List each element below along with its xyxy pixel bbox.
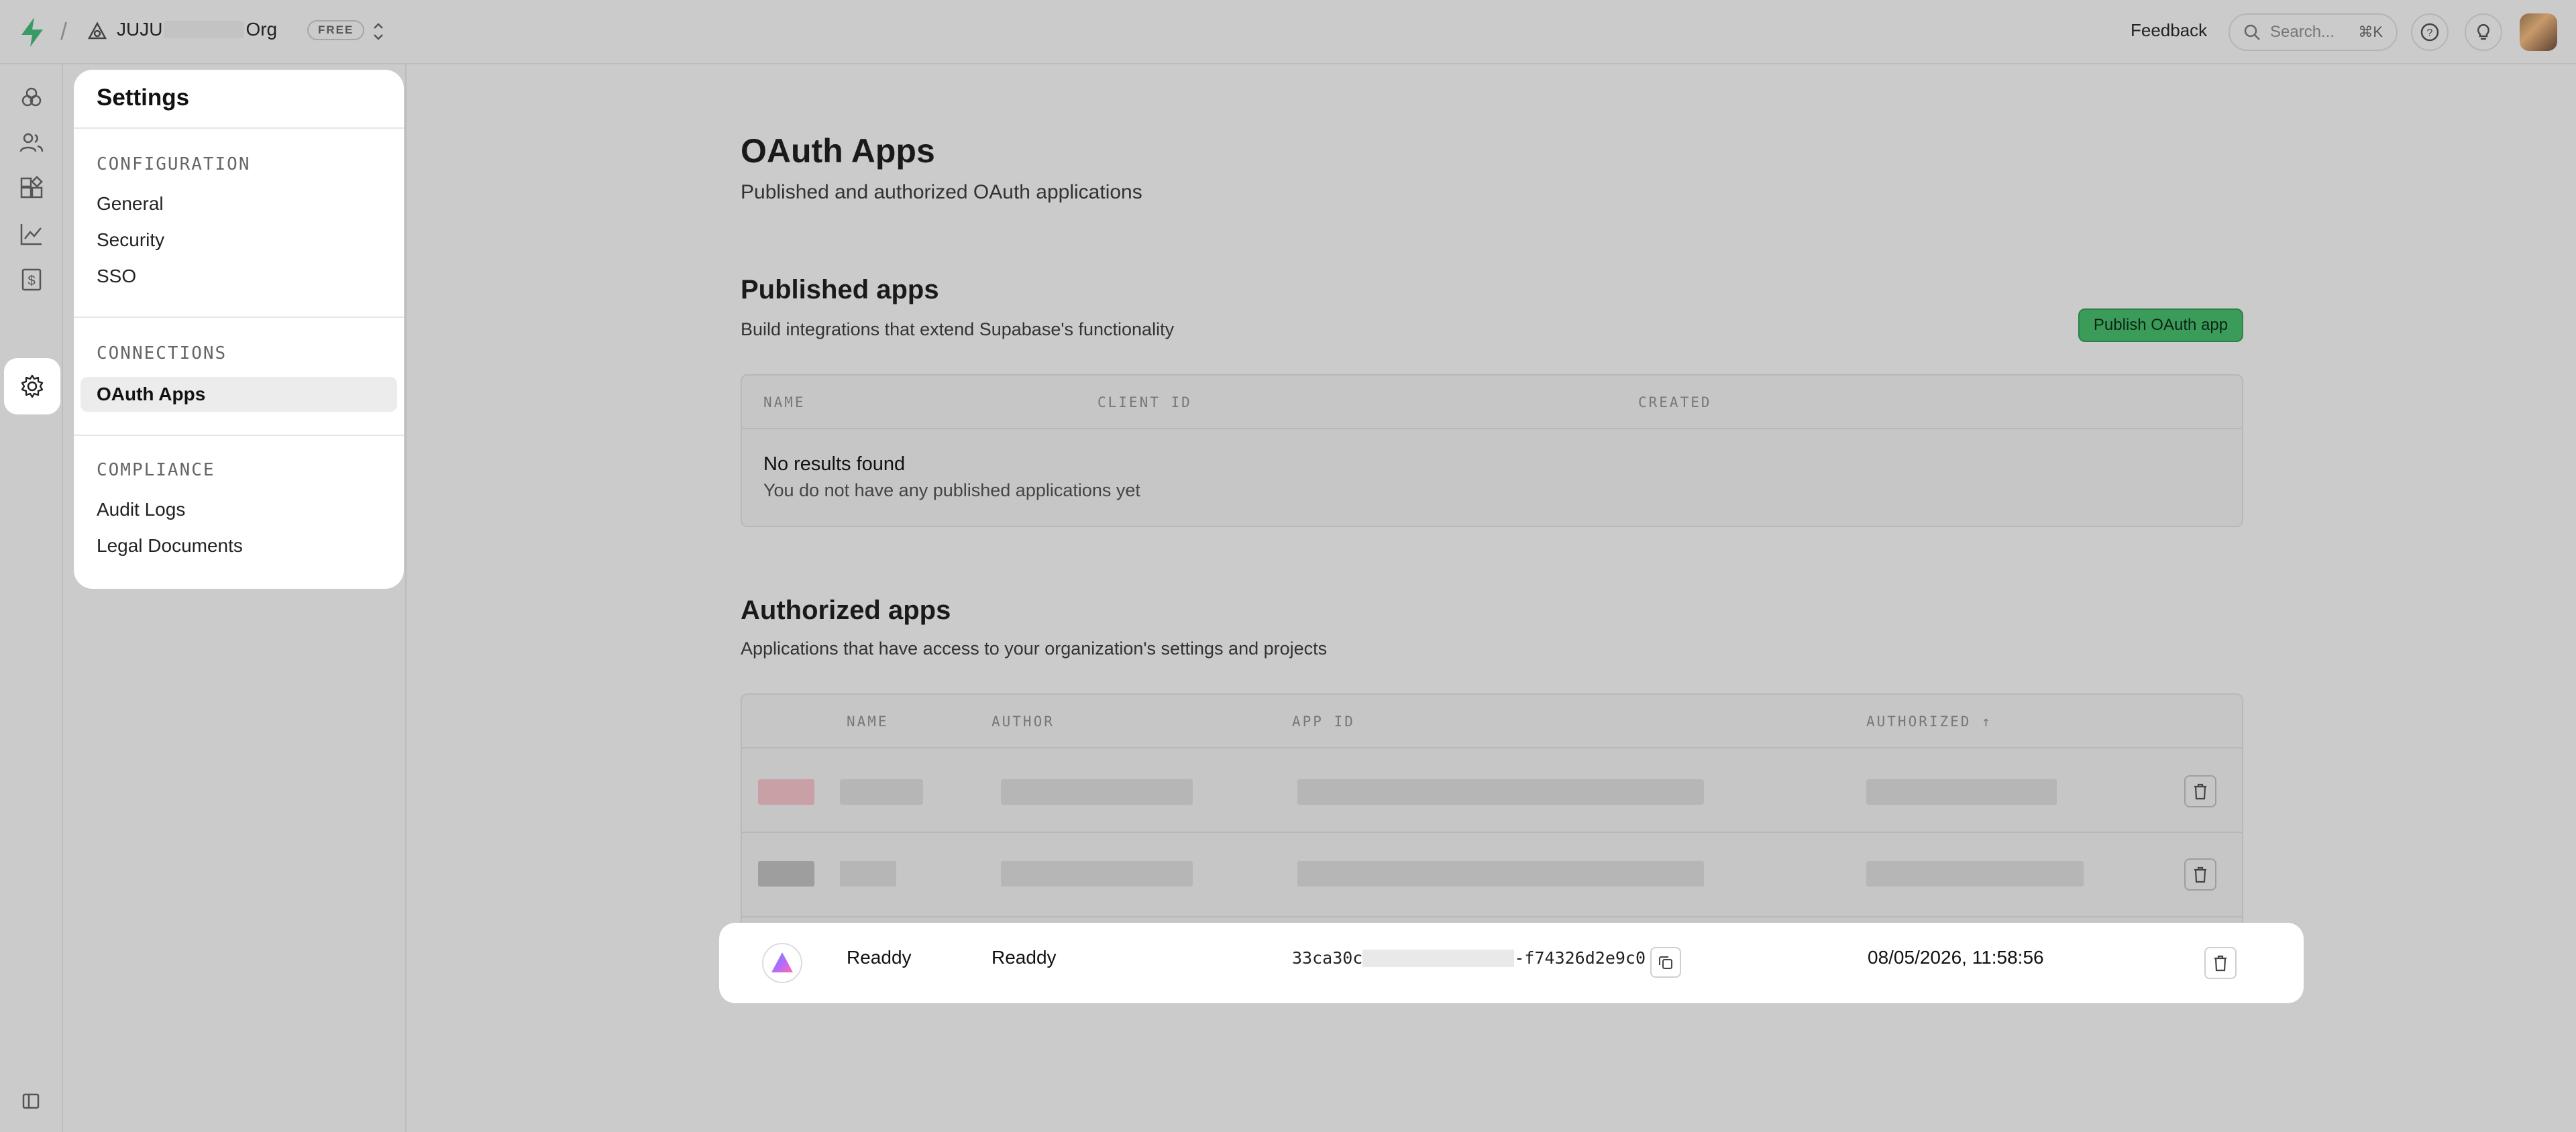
publish-oauth-app-button[interactable]: Publish OAuth app — [2078, 308, 2243, 342]
user-avatar[interactable] — [2520, 13, 2557, 51]
authorized-date: 08/05/2026, 11:58:56 — [1868, 947, 2044, 968]
page-subtitle: Published and authorized OAuth applicati… — [741, 181, 1142, 203]
revoke-button[interactable] — [2204, 947, 2237, 979]
left-icon-rail: $ — [0, 64, 63, 1132]
authorized-apps-description: Applications that have access to your or… — [741, 638, 1328, 659]
redacted-text — [1297, 861, 1704, 887]
trash-icon — [2214, 955, 2226, 972]
app-avatar — [762, 943, 802, 983]
column-header-created: CREATED — [1638, 394, 1712, 410]
help-button[interactable]: ? — [2411, 13, 2449, 51]
settings-item-general[interactable]: General — [97, 193, 164, 215]
redacted-text — [1866, 861, 2084, 887]
organization-name-end: Org — [246, 19, 278, 40]
lightbulb-icon — [2477, 23, 2489, 40]
redacted-avatar — [758, 779, 814, 805]
section-heading-connections: CONNECTIONS — [97, 343, 227, 363]
redacted-text — [1297, 779, 1704, 805]
app-id: 33ca30c -f74326d2e9c0 — [1292, 948, 1646, 968]
copy-icon — [1659, 956, 1672, 969]
column-header-name: NAME — [763, 394, 806, 410]
column-header-app-id: APP ID — [1292, 714, 1355, 730]
svg-text:$: $ — [28, 274, 35, 288]
divider — [74, 435, 404, 436]
revoke-button[interactable] — [2184, 858, 2216, 891]
app-id-end: -f74326d2e9c0 — [1514, 948, 1646, 968]
page-title: OAuth Apps — [741, 132, 935, 170]
authorized-apps-title: Authorized apps — [741, 596, 951, 625]
column-header-authorized[interactable]: AUTHORIZED ↑ — [1866, 714, 1992, 730]
app-author: Readdy — [991, 947, 1057, 968]
published-apps-title: Published apps — [741, 275, 939, 304]
section-heading-configuration: CONFIGURATION — [97, 154, 251, 174]
gear-icon — [21, 374, 44, 398]
usage-chart-icon[interactable] — [19, 221, 44, 247]
redacted-avatar — [758, 861, 814, 887]
settings-item-audit-logs[interactable]: Audit Logs — [97, 499, 185, 520]
table-row-redacted — [742, 834, 2242, 917]
divider — [74, 317, 404, 318]
integrations-icon[interactable] — [19, 176, 44, 201]
breadcrumb-separator: / — [60, 17, 68, 45]
table-header: NAME AUTHOR APP ID AUTHORIZED ↑ — [742, 695, 2242, 748]
trash-icon — [2194, 783, 2206, 800]
published-apps-description: Build integrations that extend Supabase'… — [741, 319, 1175, 339]
chevron-up-down-icon[interactable] — [370, 20, 386, 43]
revoke-button[interactable] — [2184, 775, 2216, 807]
published-apps-table: NAME CLIENT ID CREATED No results found … — [741, 374, 2243, 527]
redacted-text — [1001, 861, 1193, 887]
settings-item-security[interactable]: Security — [97, 229, 164, 251]
column-header-name: NAME — [847, 714, 889, 730]
search-icon — [2244, 24, 2260, 40]
billing-icon[interactable]: $ — [19, 267, 44, 292]
settings-item-legal-documents[interactable]: Legal Documents — [97, 535, 243, 557]
organization-name-start: JUJU — [117, 19, 163, 40]
svg-text:?: ? — [2427, 27, 2433, 39]
help-icon: ? — [2420, 23, 2439, 42]
redacted-text — [840, 861, 896, 887]
divider — [74, 127, 404, 129]
feedback-button[interactable]: Feedback — [2131, 20, 2207, 41]
app-name: Readdy — [847, 947, 912, 968]
settings-item-sso[interactable]: SSO — [97, 266, 136, 287]
supabase-logo-icon[interactable] — [19, 16, 46, 48]
readdy-logo-icon — [771, 952, 793, 972]
redacted-text — [1362, 949, 1515, 967]
projects-icon[interactable] — [19, 84, 44, 110]
table-header: NAME CLIENT ID CREATED — [742, 376, 2242, 429]
trash-icon — [2194, 866, 2206, 883]
copy-app-id-button[interactable] — [1650, 947, 1681, 978]
top-bar: / JUJU Org FREE Feedback Search... ⌘K ? — [0, 0, 2576, 64]
redacted-text — [840, 779, 923, 805]
settings-item-oauth-apps[interactable]: OAuth Apps — [80, 377, 397, 412]
team-icon[interactable] — [19, 130, 44, 156]
redacted-text — [164, 21, 245, 38]
search-placeholder: Search... — [2270, 23, 2335, 41]
search-button[interactable]: Search... ⌘K — [2229, 13, 2398, 51]
empty-state-title: No results found — [763, 453, 906, 475]
plan-badge: FREE — [307, 20, 365, 40]
column-header-client-id: CLIENT ID — [1097, 394, 1192, 410]
search-shortcut: ⌘K — [2358, 23, 2383, 40]
sidebar-toggle-icon[interactable] — [21, 1092, 40, 1111]
organization-icon — [87, 21, 107, 40]
settings-menu: Settings CONFIGURATION General Security … — [74, 70, 404, 589]
settings-title: Settings — [97, 84, 190, 111]
organization-name[interactable]: JUJU Org — [117, 19, 277, 40]
redacted-text — [1866, 779, 2057, 805]
app-id-start: 33ca30c — [1292, 948, 1363, 968]
table-row: Readdy Readdy 33ca30c -f74326d2e9c0 08/0… — [719, 923, 2304, 1003]
redacted-text — [1001, 779, 1193, 805]
feature-preview-button[interactable] — [2465, 13, 2502, 51]
table-row-redacted — [742, 750, 2242, 833]
empty-state-description: You do not have any published applicatio… — [763, 480, 1140, 500]
column-header-author: AUTHOR — [991, 714, 1055, 730]
section-heading-compliance: COMPLIANCE — [97, 460, 215, 480]
settings-rail-button[interactable] — [4, 358, 60, 414]
